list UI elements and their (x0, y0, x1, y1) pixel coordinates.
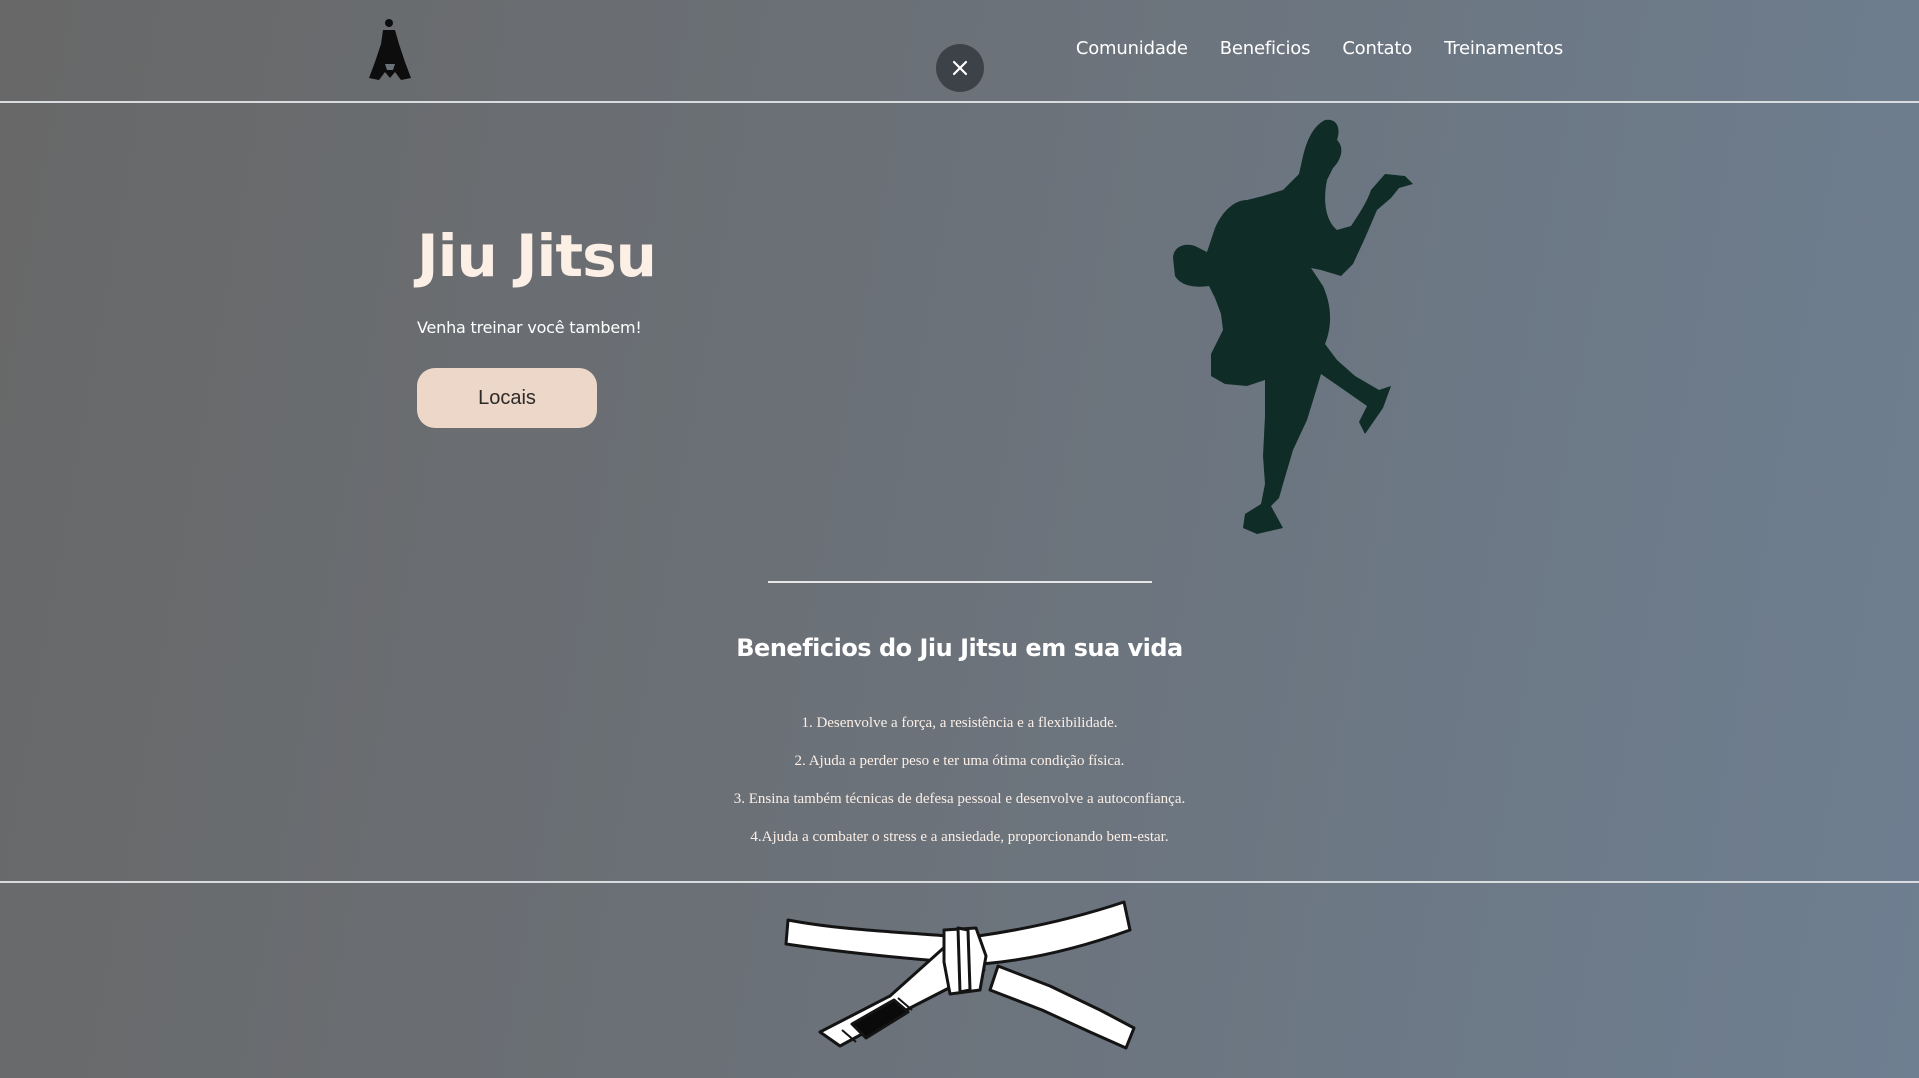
belt-icon (784, 900, 1136, 1050)
section-divider (768, 581, 1152, 583)
jiu-jitsu-logo-icon[interactable] (367, 18, 413, 82)
benefit-item: 1. Desenvolve a força, a resistência e a… (801, 715, 1118, 731)
locais-button[interactable]: Locais (417, 368, 597, 428)
benefits-title: Beneficios do Jiu Jitsu em sua vida (736, 634, 1183, 662)
close-button[interactable] (936, 44, 984, 92)
nav-link-beneficios[interactable]: Beneficios (1220, 38, 1311, 59)
hero-subtitle: Venha treinar você tambem! (417, 318, 642, 337)
nav-link-comunidade[interactable]: Comunidade (1076, 38, 1188, 59)
benefit-item: 3. Ensina também técnicas de defesa pess… (733, 791, 1186, 807)
footer-divider (0, 881, 1919, 883)
benefit-item: 4.Ajuda a combater o stress e a ansiedad… (750, 829, 1169, 845)
benefits-list: 1. Desenvolve a força, a resistência e a… (0, 710, 1919, 862)
nav-link-treinamentos[interactable]: Treinamentos (1444, 38, 1563, 59)
main-nav: Comunidade Beneficios Contato Treinament… (1076, 38, 1563, 59)
hero-title: Jiu Jitsu (417, 222, 657, 290)
fighter-silhouette-icon (1173, 119, 1413, 534)
site-header: Comunidade Beneficios Contato Treinament… (0, 0, 1919, 103)
benefit-item: 2. Ajuda a perder peso e ter uma ótima c… (794, 753, 1125, 769)
close-icon (952, 60, 968, 76)
nav-link-contato[interactable]: Contato (1342, 38, 1412, 59)
